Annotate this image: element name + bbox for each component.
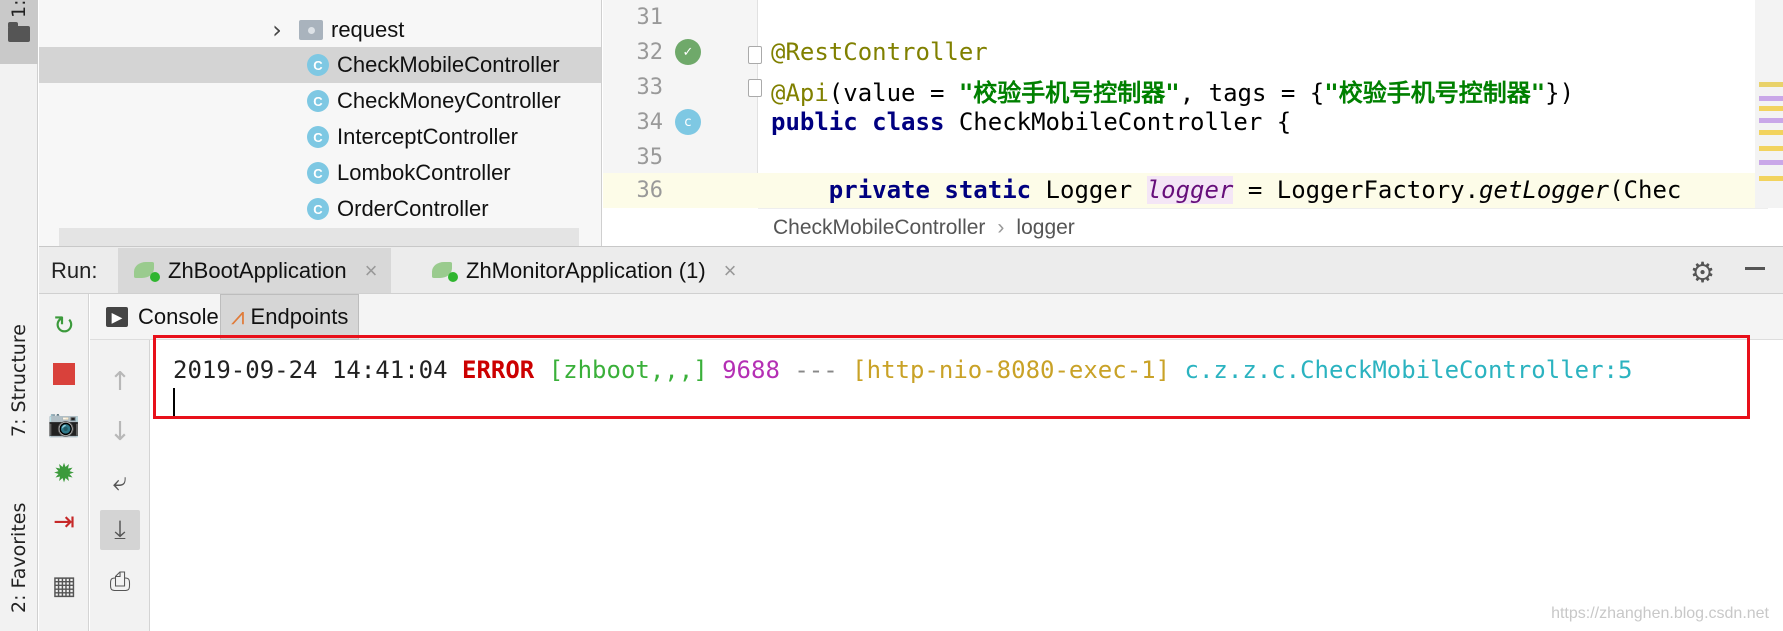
- breadcrumb: CheckMobileController › logger: [758, 208, 1768, 246]
- run-tab-label: ZhMonitorApplication (1): [466, 257, 706, 283]
- tab-console[interactable]: ▶ Console: [96, 294, 229, 340]
- tree-item-request[interactable]: › request: [39, 12, 601, 48]
- spring-boot-icon: [430, 260, 458, 282]
- code-text-36: private static Logger logger = LoggerFac…: [828, 176, 1682, 204]
- code-text-33: @Api(value = "校验手机号控制器", tags = {"校验手机号控…: [771, 79, 1575, 107]
- highlight-box: [153, 335, 1750, 419]
- project-tree: › request C CheckMobileController C Chec…: [39, 0, 602, 246]
- left-tool-strip: 1: 7: Structure 2: Favorites: [0, 0, 38, 631]
- spring-bean-gutter-icon[interactable]: ✓: [675, 39, 701, 65]
- tree-item-label: CheckMoneyController: [337, 88, 561, 113]
- up-arrow-icon[interactable]: ↑: [100, 362, 140, 402]
- close-icon[interactable]: ×: [724, 258, 737, 284]
- class-icon: C: [307, 126, 329, 148]
- code-line-35: 35: [603, 140, 1783, 175]
- spring-boot-icon: [132, 260, 160, 282]
- tree-item-label: OrderController: [337, 196, 489, 221]
- class-icon: C: [307, 54, 329, 76]
- tree-item-label: CheckMobileController: [337, 52, 560, 77]
- console-actions-toolbar: ↑ ↓ ⤶ ⤓ ⎙: [90, 340, 150, 631]
- rerun-icon[interactable]: ↻: [44, 306, 84, 346]
- tree-item-lombokcontroller[interactable]: C LombokController: [39, 155, 601, 191]
- camera-icon[interactable]: 📷: [44, 404, 84, 444]
- run-actions-toolbar: ↻ 📷 ✹ ⇥ ▦: [39, 294, 89, 631]
- code-line-31: 31: [603, 0, 1783, 35]
- breadcrumb-class[interactable]: CheckMobileController: [773, 216, 985, 240]
- tree-item-checkmobilecontroller[interactable]: C CheckMobileController: [39, 47, 601, 83]
- tree-item-label: request: [331, 17, 405, 42]
- tab-endpoints[interactable]: ⩘ Endpoints: [220, 294, 360, 340]
- class-icon: C: [307, 90, 329, 112]
- chevron-right-icon[interactable]: ›: [267, 16, 287, 44]
- soft-wrap-icon[interactable]: ⤶: [100, 462, 140, 502]
- down-arrow-icon[interactable]: ↓: [100, 412, 140, 452]
- class-icon: C: [307, 198, 329, 220]
- tab-label: Console: [138, 304, 219, 329]
- project-tab-number: 1:: [8, 0, 30, 19]
- gear-icon[interactable]: ⚙: [1690, 256, 1715, 289]
- line-number: 31: [636, 5, 664, 30]
- code-text-34: public class CheckMobileController {: [771, 108, 1292, 136]
- class-icon: C: [307, 162, 329, 184]
- project-tool-tab[interactable]: 1:: [0, 0, 38, 64]
- run-tab-label: ZhBootApplication: [168, 257, 347, 283]
- import-icon[interactable]: ⇥: [44, 502, 84, 542]
- structure-tool-tab[interactable]: 7: Structure: [0, 306, 38, 456]
- minimize-icon[interactable]: [1743, 256, 1767, 280]
- folder-icon: [8, 22, 30, 42]
- run-tab-zhbootapplication[interactable]: ZhBootApplication ×: [118, 248, 392, 293]
- line-number: 32: [636, 40, 664, 65]
- package-icon: [299, 20, 323, 40]
- error-stripe[interactable]: [1755, 0, 1783, 208]
- debug-icon[interactable]: ✹: [44, 454, 84, 494]
- line-number: 33: [636, 75, 664, 100]
- tree-item-checkmoneycontroller[interactable]: C CheckMoneyController: [39, 83, 601, 119]
- layout-icon[interactable]: ▦: [44, 566, 84, 606]
- tree-horizontal-scrollbar[interactable]: [59, 228, 579, 246]
- fold-marker[interactable]: [748, 46, 762, 64]
- endpoints-icon: ⩘: [231, 303, 245, 330]
- breadcrumb-member[interactable]: logger: [1016, 216, 1074, 240]
- breadcrumb-separator: ›: [997, 215, 1005, 239]
- run-label: Run:: [51, 258, 98, 283]
- console-icon: ▶: [106, 307, 128, 327]
- favorites-tool-tab[interactable]: 2: Favorites: [0, 484, 38, 631]
- watermark: https://zhanghen.blog.csdn.net: [1551, 605, 1769, 622]
- stop-icon[interactable]: [44, 354, 84, 394]
- fold-marker[interactable]: [748, 79, 762, 97]
- tree-item-interceptcontroller[interactable]: C InterceptController: [39, 119, 601, 155]
- tree-item-label: InterceptController: [337, 124, 518, 149]
- scroll-to-end-icon[interactable]: ⤓: [100, 510, 140, 550]
- line-number: 35: [636, 145, 664, 170]
- class-gutter-icon[interactable]: c: [675, 109, 701, 135]
- run-tab-zhmonitorapplication[interactable]: ZhMonitorApplication (1) ×: [416, 248, 751, 293]
- code-text-32: @RestController: [771, 38, 988, 66]
- line-number: 34: [636, 110, 664, 135]
- tree-item-label: LombokController: [337, 160, 511, 185]
- close-icon[interactable]: ×: [365, 258, 378, 284]
- tab-label: Endpoints: [250, 304, 349, 329]
- line-number: 36: [636, 178, 664, 203]
- tree-item-ordercontroller[interactable]: C OrderController: [39, 191, 601, 227]
- print-icon[interactable]: ⎙: [100, 562, 140, 602]
